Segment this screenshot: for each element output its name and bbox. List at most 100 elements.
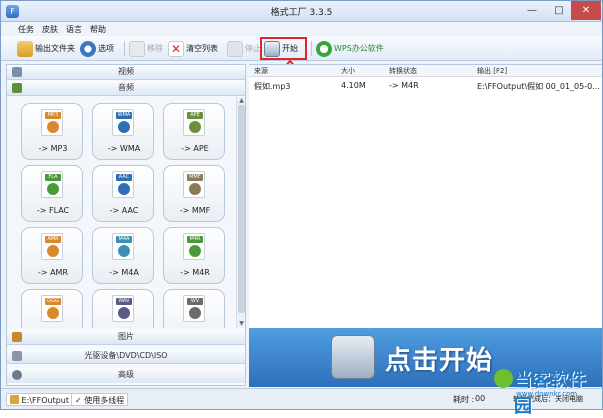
col-size[interactable]: 大小 (341, 66, 355, 76)
start-big-icon (331, 335, 375, 379)
format-tile[interactable]: AAC -> AAC (92, 165, 154, 222)
wps-label: WPS办公软件 (334, 44, 384, 53)
format-tile[interactable]: WAV (92, 289, 154, 328)
format-tile[interactable]: MMF -> MMF (163, 165, 225, 222)
format-badge: OGG (45, 298, 61, 305)
format-tile[interactable]: FLA -> FLAC (21, 165, 83, 222)
speaker-icon (47, 307, 59, 319)
row-size: 4.10M (341, 81, 366, 90)
start-button[interactable]: 开始 (260, 37, 307, 60)
format-tile-label: -> M4R (180, 268, 210, 277)
menu-task[interactable]: 任务 (18, 24, 34, 35)
clear-x-icon: ✕ (168, 40, 184, 57)
format-tile[interactable]: WV (163, 289, 225, 328)
remove-label: 移除 (147, 44, 163, 53)
format-badge: MMF (187, 174, 203, 181)
watermark-url: www.downkr.com (516, 390, 578, 398)
remove-icon (129, 40, 145, 57)
format-badge: M4A (116, 236, 132, 243)
multithread-checkbox[interactable]: ✓ 使用多线程 (71, 393, 129, 406)
task-list-panel: 来源 大小 转换状态 输出 [F2] 假如.mp3 4.10M -> M4R E… (249, 64, 602, 387)
options-label: 选项 (98, 44, 114, 53)
scrollbar[interactable]: ▲ ▼ (236, 97, 245, 328)
menu-help[interactable]: 帮助 (90, 24, 106, 35)
category-advanced[interactable]: 高级 (7, 368, 245, 383)
format-tile[interactable]: AMR -> AMR (21, 227, 83, 284)
elapsed-label: 耗时 : (453, 395, 475, 404)
format-tile-label: -> APE (181, 144, 209, 153)
title-bar: F 格式工厂 3.3.5 — □ ✕ (1, 1, 602, 22)
audio-file-icon: WV (183, 295, 205, 322)
clear-list-button[interactable]: ✕ 清空列表 (168, 39, 218, 58)
audio-file-icon: MMF (183, 171, 205, 198)
format-tile[interactable]: M4R -> M4R (163, 227, 225, 284)
speaker-icon (47, 183, 59, 195)
category-video[interactable]: 视频 (7, 65, 245, 80)
toolbar-separator (124, 41, 125, 56)
speaker-icon (118, 183, 130, 195)
disc-drive-icon (12, 351, 22, 361)
category-panel: 视频 音频 MP3 -> MP3 WMA -> WMA APE -> APE FLA -> F… (6, 64, 246, 386)
folder-icon (10, 395, 19, 404)
format-badge: WV (187, 298, 203, 305)
format-tile[interactable]: APE -> APE (163, 103, 225, 160)
close-button[interactable]: ✕ (571, 1, 601, 20)
format-tile[interactable]: M4A -> M4A (92, 227, 154, 284)
category-audio[interactable]: 音频 (7, 81, 245, 96)
speaker-icon (189, 307, 201, 319)
col-status[interactable]: 转换状态 (389, 66, 417, 76)
music-note-icon (12, 83, 22, 93)
start-banner-text: 点击开始 (385, 346, 494, 376)
app-window: F 格式工厂 3.3.5 — □ ✕ 任务 皮肤 语言 帮助 输出文件夹 选项 … (0, 0, 603, 417)
audio-file-icon: OGG (41, 295, 63, 322)
format-tile-label: -> WMA (107, 144, 141, 153)
format-badge: AMR (45, 236, 61, 243)
format-tile[interactable]: MP3 -> MP3 (21, 103, 83, 160)
remove-button[interactable]: 移除 (129, 39, 163, 58)
maximize-button[interactable]: □ (546, 1, 572, 20)
list-header: 来源 大小 转换状态 输出 [F2] (249, 65, 602, 77)
options-button[interactable]: 选项 (80, 39, 114, 58)
format-badge: WMA (116, 112, 132, 119)
menu-language[interactable]: 语言 (66, 24, 82, 35)
menu-skin[interactable]: 皮肤 (42, 24, 58, 35)
stop-icon (227, 40, 243, 57)
stop-button[interactable]: 停止 (227, 39, 261, 58)
col-source[interactable]: 来源 (254, 66, 268, 76)
category-disc-label: 光驱设备\DVD\CD\ISO (84, 351, 168, 360)
format-tile-label: -> MMF (179, 206, 211, 215)
stop-label: 停止 (245, 44, 261, 53)
audio-file-icon: WMA (112, 109, 134, 136)
scroll-thumb[interactable] (238, 105, 245, 313)
output-path-text: E:\FFOutput (21, 396, 69, 405)
site-watermark: 当客软件园 www.downkr.com (494, 366, 602, 417)
toolbar-separator (311, 41, 312, 56)
audio-file-icon: MP3 (41, 109, 63, 136)
minimize-button[interactable]: — (519, 1, 545, 20)
format-tile[interactable]: WMA -> WMA (92, 103, 154, 160)
format-tile[interactable]: OGG (21, 289, 83, 328)
image-icon (12, 332, 22, 342)
col-output[interactable]: 输出 [F2] (477, 66, 507, 76)
multithread-label: 使用多线程 (84, 396, 125, 405)
folder-icon (17, 40, 33, 57)
speaker-icon (47, 121, 59, 133)
audio-file-icon: APE (183, 109, 205, 136)
format-badge: MP3 (45, 112, 61, 119)
format-badge: M4R (187, 236, 203, 243)
output-folder-button[interactable]: 输出文件夹 (17, 39, 75, 58)
format-badge: WAV (116, 298, 132, 305)
audio-file-icon: M4R (183, 233, 205, 260)
scroll-up-icon[interactable]: ▲ (237, 97, 246, 105)
checkbox-icon: ✓ (75, 396, 82, 405)
category-disc[interactable]: 光驱设备\DVD\CD\ISO (7, 349, 245, 364)
category-audio-label: 音频 (118, 83, 134, 92)
scroll-down-icon[interactable]: ▼ (237, 320, 246, 328)
output-path-field[interactable]: E:\FFOutput (6, 393, 73, 406)
menu-bar: 任务 皮肤 语言 帮助 (1, 22, 602, 36)
format-badge: AAC (116, 174, 132, 181)
audio-file-icon: M4A (112, 233, 134, 260)
category-image[interactable]: 图片 (7, 330, 245, 345)
wps-button[interactable]: WPS办公软件 (316, 39, 384, 58)
clear-list-label: 清空列表 (186, 44, 218, 53)
